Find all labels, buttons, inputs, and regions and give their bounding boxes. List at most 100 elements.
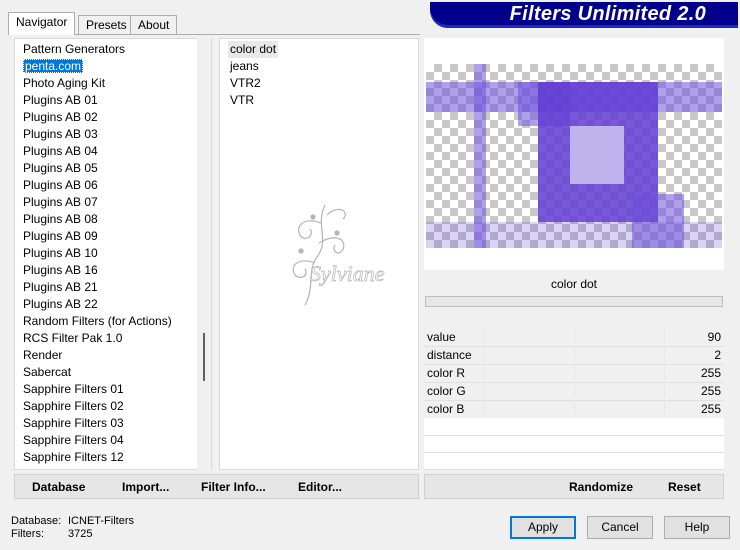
database-button[interactable]: Database [32, 480, 85, 494]
category-label: Sapphire Filters 03 [23, 416, 124, 430]
filter-item[interactable]: color dot [228, 41, 279, 58]
parameter-empty-rows [424, 418, 724, 470]
category-item[interactable]: Sapphire Filters 03 [23, 415, 124, 432]
category-label: Plugins AB 16 [23, 263, 98, 277]
category-item[interactable]: Sabercat [23, 364, 71, 381]
empty-row [424, 435, 724, 453]
parameter-value: 255 [700, 384, 721, 398]
category-item[interactable]: Pattern Generators [23, 41, 125, 58]
category-label: Plugins AB 22 [23, 297, 98, 311]
category-list-scrollbar[interactable] [197, 38, 211, 470]
category-label: penta.com [23, 59, 84, 73]
editor-button[interactable]: Editor... [298, 480, 342, 494]
slider-tick [574, 346, 575, 363]
category-item[interactable]: Photo Aging Kit [23, 75, 105, 92]
tab-about[interactable]: About [130, 15, 178, 34]
category-item[interactable]: Random Filters (for Actions) [23, 313, 172, 330]
category-label: Plugins AB 02 [23, 110, 98, 124]
parameter-value: 255 [700, 402, 721, 416]
category-label: Sapphire Filters 04 [23, 433, 124, 447]
category-item[interactable]: Plugins AB 04 [23, 143, 98, 160]
parameter-row[interactable]: color R 255 [424, 364, 724, 383]
category-item[interactable]: Plugins AB 02 [23, 109, 98, 126]
preview-filter-name: color dot [550, 277, 598, 291]
category-item[interactable]: Plugins AB 03 [23, 126, 98, 143]
category-item[interactable]: Plugins AB 16 [23, 262, 98, 279]
category-label: Sapphire Filters 01 [23, 382, 124, 396]
left-button-bar: Database Import... Filter Info... Editor… [14, 474, 419, 499]
slider-tick [664, 346, 665, 363]
slider-tick [664, 328, 665, 345]
reset-button[interactable]: Reset [668, 480, 701, 494]
import-button[interactable]: Import... [122, 480, 169, 494]
status-area: Database: ICNET-Filters Filters: 3725 [11, 515, 134, 541]
parameter-value: 90 [707, 330, 721, 344]
filters-count: 3725 [68, 528, 93, 540]
category-label: Plugins AB 08 [23, 212, 98, 226]
category-item[interactable]: Plugins AB 10 [23, 245, 98, 262]
category-item[interactable]: Plugins AB 08 [23, 211, 98, 228]
help-button[interactable]: Help [664, 516, 730, 539]
parameter-value: 2 [714, 348, 721, 362]
category-label: RCS Filter Pak 1.0 [23, 331, 123, 345]
category-item[interactable]: penta.com [23, 58, 84, 75]
category-label: Plugins AB 10 [23, 246, 98, 260]
category-label: Plugins AB 03 [23, 127, 98, 141]
category-item[interactable]: Plugins AB 07 [23, 194, 98, 211]
tab-presets[interactable]: Presets [78, 15, 135, 34]
slider-tick [574, 382, 575, 399]
preview-band [474, 64, 486, 248]
empty-row [424, 418, 724, 436]
category-item[interactable]: Sapphire Filters 12 [23, 449, 124, 466]
preview-band [426, 222, 722, 248]
category-item[interactable]: Plugins AB 09 [23, 228, 98, 245]
preview-image [426, 64, 722, 248]
category-label: Plugins AB 01 [23, 93, 98, 107]
scrollbar-thumb[interactable] [203, 333, 205, 381]
category-item[interactable]: Render [23, 347, 62, 364]
tab-navigator[interactable]: Navigator [8, 12, 76, 35]
watermark-logo: Sylviane [292, 204, 385, 306]
parameter-row[interactable]: value 90 [424, 328, 724, 347]
category-label: Render [23, 348, 63, 362]
slider-tick [484, 346, 485, 363]
slider-tick [574, 328, 575, 345]
filter-item[interactable]: jeans [230, 58, 259, 75]
category-label: Sabercat [23, 365, 72, 379]
category-label: Random Filters (for Actions) [23, 314, 172, 328]
watermark-text: Sylviane [310, 261, 385, 286]
category-list[interactable]: Pattern Generators penta.com Photo Aging K… [14, 38, 212, 470]
parameter-row[interactable]: distance 2 [424, 346, 724, 365]
category-item[interactable]: Sapphire Filters 01 [23, 381, 124, 398]
filter-item[interactable]: VTR [230, 92, 254, 109]
category-item[interactable]: Plugins AB 06 [23, 177, 98, 194]
parameter-label: color R [427, 366, 466, 380]
parameter-label: value [427, 330, 456, 344]
parameter-row[interactable]: color B 255 [424, 400, 724, 419]
apply-button[interactable]: Apply [510, 516, 576, 539]
category-label: Plugins AB 06 [23, 178, 98, 192]
parameter-value: 255 [700, 366, 721, 380]
banner-title: Filters Unlimited 2.0 [509, 3, 706, 25]
parameter-row[interactable]: color G 255 [424, 382, 724, 401]
filter-info-button[interactable]: Filter Info... [201, 480, 266, 494]
filter-item[interactable]: VTR2 [230, 75, 261, 92]
category-label: Plugins AB 21 [23, 280, 98, 294]
category-item[interactable]: Sapphire Filters 02 [23, 398, 124, 415]
database-value: ICNET-Filters [68, 515, 134, 527]
category-item[interactable]: Plugins AB 01 [23, 92, 98, 109]
category-item[interactable]: Plugins AB 05 [23, 160, 98, 177]
parameter-label: color G [427, 384, 466, 398]
preview-inner [570, 126, 624, 184]
category-item[interactable]: Plugins AB 22 [23, 296, 98, 313]
parameter-label: color B [427, 402, 465, 416]
cancel-button[interactable]: Cancel [587, 516, 653, 539]
category-label: Sapphire Filters 02 [23, 399, 124, 413]
slider-tick [664, 400, 665, 417]
category-item[interactable]: Sapphire Filters 04 [23, 432, 124, 449]
category-item[interactable]: Plugins AB 21 [23, 279, 98, 296]
slider-tick [664, 364, 665, 381]
category-item[interactable]: RCS Filter Pak 1.0 [23, 330, 122, 347]
randomize-button[interactable]: Randomize [569, 480, 633, 494]
slider-tick [574, 364, 575, 381]
